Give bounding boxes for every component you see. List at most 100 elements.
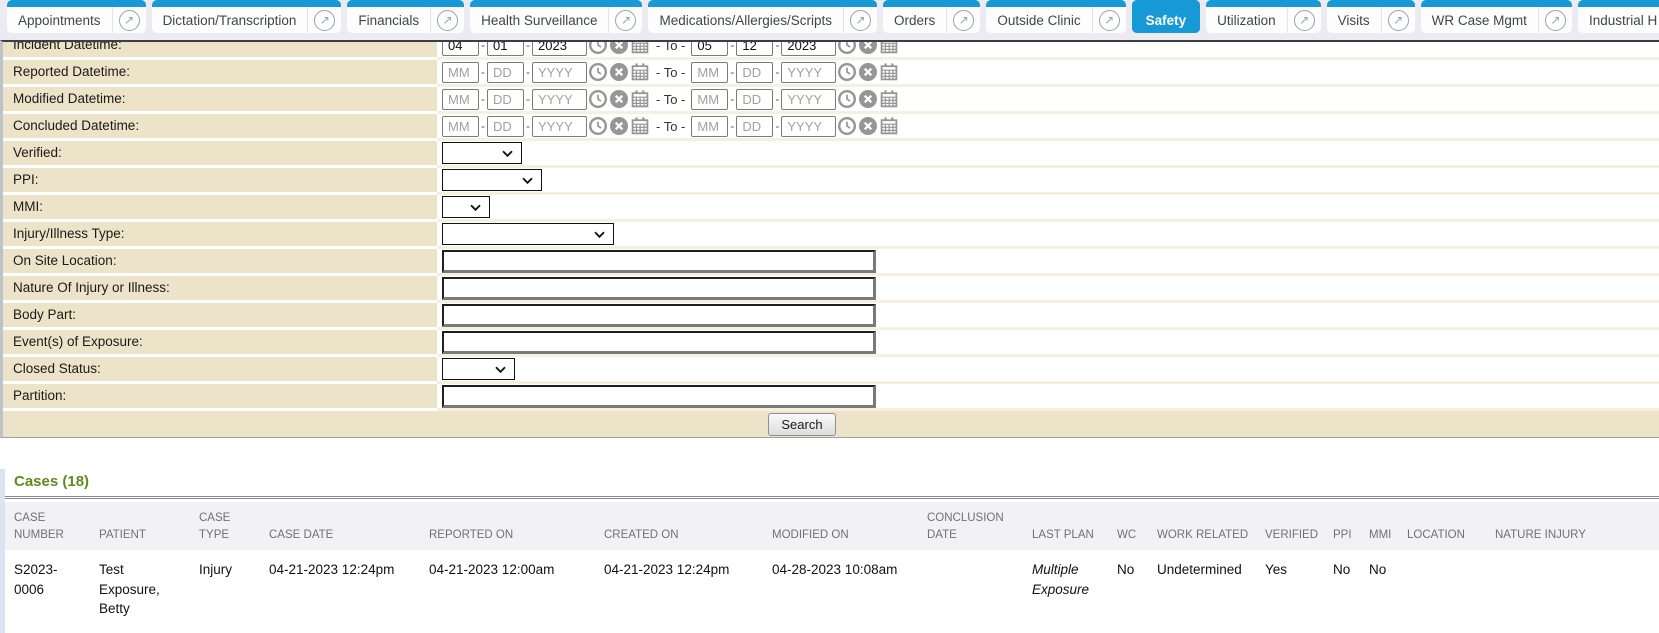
concluded-to-year-input[interactable]	[781, 116, 836, 137]
calendar-icon[interactable]	[878, 62, 899, 83]
case-date-cell: 04-21-2023 12:24pm	[269, 550, 429, 633]
col-header-modified-on: MODIFIED ON	[772, 502, 927, 550]
concluded-from-day-input[interactable]	[487, 116, 524, 137]
mmi-select[interactable]	[442, 196, 490, 218]
clock-icon[interactable]	[836, 40, 857, 56]
popout-button[interactable]: ↗	[1092, 7, 1126, 33]
form-row-closed-status: Closed Status:	[3, 357, 1659, 384]
tab-outside-clinic[interactable]: Outside Clinic↗	[986, 0, 1125, 33]
calendar-icon[interactable]	[878, 40, 899, 56]
conclusion-date-cell	[927, 550, 1032, 633]
injury-illness-type-select[interactable]	[442, 223, 614, 245]
calendar-icon[interactable]	[878, 89, 899, 110]
tab-utilization[interactable]: Utilization↗	[1206, 0, 1321, 33]
clock-icon[interactable]	[836, 62, 857, 83]
popout-arrow-icon: ↗	[1545, 10, 1566, 31]
popout-button[interactable]: ↗	[112, 7, 146, 33]
concluded-to-day-input[interactable]	[736, 116, 773, 137]
incident-from-month-input[interactable]	[442, 40, 479, 56]
tab-financials[interactable]: Financials↗	[347, 0, 464, 33]
clear-date-icon[interactable]	[857, 116, 878, 137]
reported-to-month-input[interactable]	[691, 62, 728, 83]
clear-date-icon[interactable]	[857, 62, 878, 83]
popout-button[interactable]: ↗	[307, 7, 341, 33]
modified-to-day-input[interactable]	[736, 89, 773, 110]
reported-from-year-input[interactable]	[532, 62, 587, 83]
clock-icon[interactable]	[587, 89, 608, 110]
popout-button[interactable]: ↗	[430, 7, 464, 33]
field-label: On Site Location:	[3, 249, 437, 276]
partition-input[interactable]	[442, 385, 876, 408]
clock-icon[interactable]	[836, 89, 857, 110]
nature-of-injury-input[interactable]	[442, 277, 876, 300]
field-label: Closed Status:	[3, 357, 437, 384]
case-row[interactable]: S2023-0006 Test Exposure, Betty Injury 0…	[5, 550, 1659, 633]
clear-date-icon[interactable]	[608, 116, 629, 137]
modified-from-month-input[interactable]	[442, 89, 479, 110]
popout-button[interactable]: ↗	[1381, 7, 1415, 33]
calendar-icon[interactable]	[878, 116, 899, 137]
incident-to-month-input[interactable]	[691, 40, 728, 56]
reported-from-month-input[interactable]	[442, 62, 479, 83]
incident-to-day-input[interactable]	[736, 40, 773, 56]
concluded-from-year-input[interactable]	[532, 116, 587, 137]
tab-orders[interactable]: Orders↗	[883, 0, 980, 33]
closed-status-select[interactable]	[442, 358, 515, 380]
form-row-modified-datetime: Modified Datetime: - - - To - - -	[3, 87, 1659, 114]
clock-icon[interactable]	[587, 40, 608, 56]
tab-visits[interactable]: Visits↗	[1327, 0, 1415, 33]
tab-safety[interactable]: Safety	[1132, 0, 1201, 33]
incident-to-year-input[interactable]	[781, 40, 836, 56]
col-header-case-type: CASE TYPE	[199, 502, 269, 550]
reported-to-day-input[interactable]	[736, 62, 773, 83]
reported-on-cell: 04-21-2023 12:00am	[429, 550, 604, 633]
on-site-location-input[interactable]	[442, 250, 876, 273]
popout-button[interactable]: ↗	[946, 7, 980, 33]
incident-from-year-input[interactable]	[532, 40, 587, 56]
ppi-select[interactable]	[442, 169, 542, 191]
field-label: Partition:	[3, 384, 437, 411]
body-part-input[interactable]	[442, 304, 876, 327]
modified-from-day-input[interactable]	[487, 89, 524, 110]
popout-button[interactable]: ↗	[1538, 7, 1572, 33]
clear-date-icon[interactable]	[857, 40, 878, 56]
incident-from-day-input[interactable]	[487, 40, 524, 56]
reported-to-year-input[interactable]	[781, 62, 836, 83]
tab-accent-bar	[1421, 0, 1572, 7]
form-row-on-site-location: On Site Location:	[3, 249, 1659, 276]
case-search-form: Incident Datetime: - - - To - - -	[0, 40, 1659, 411]
concluded-from-month-input[interactable]	[442, 116, 479, 137]
events-of-exposure-input[interactable]	[442, 331, 876, 354]
calendar-icon[interactable]	[629, 62, 650, 83]
clear-date-icon[interactable]	[608, 62, 629, 83]
modified-to-month-input[interactable]	[691, 89, 728, 110]
clock-icon[interactable]	[587, 62, 608, 83]
modified-to-year-input[interactable]	[781, 89, 836, 110]
tab-medications-allergies-scripts[interactable]: Medications/Allergies/Scripts↗	[648, 0, 877, 33]
modified-from-year-input[interactable]	[532, 89, 587, 110]
popout-button[interactable]: ↗	[608, 7, 642, 33]
tab-accent-bar	[1132, 0, 1201, 7]
field-label: Body Part:	[3, 303, 437, 330]
popout-arrow-icon: ↗	[119, 10, 140, 31]
search-button[interactable]: Search	[768, 413, 835, 436]
popout-button[interactable]: ↗	[1287, 7, 1321, 33]
concluded-to-month-input[interactable]	[691, 116, 728, 137]
tab-industrial[interactable]: Industrial H	[1578, 0, 1659, 33]
reported-from-day-input[interactable]	[487, 62, 524, 83]
popout-button[interactable]: ↗	[843, 7, 877, 33]
tab-appointments[interactable]: Appointments↗	[7, 0, 146, 33]
tab-wr-case-mgmt[interactable]: WR Case Mgmt ↗	[1421, 0, 1572, 33]
tab-health-surveillance[interactable]: Health Surveillance↗	[470, 0, 642, 33]
verified-select[interactable]	[442, 142, 522, 164]
calendar-icon[interactable]	[629, 89, 650, 110]
clear-date-icon[interactable]	[857, 89, 878, 110]
clock-icon[interactable]	[587, 116, 608, 137]
calendar-icon[interactable]	[629, 116, 650, 137]
tab-dictation-transcription[interactable]: Dictation/Transcription↗	[152, 0, 342, 33]
clear-date-icon[interactable]	[608, 89, 629, 110]
calendar-icon[interactable]	[629, 40, 650, 56]
tab-label: WR Case Mgmt	[1421, 13, 1538, 28]
clear-date-icon[interactable]	[608, 40, 629, 56]
clock-icon[interactable]	[836, 116, 857, 137]
